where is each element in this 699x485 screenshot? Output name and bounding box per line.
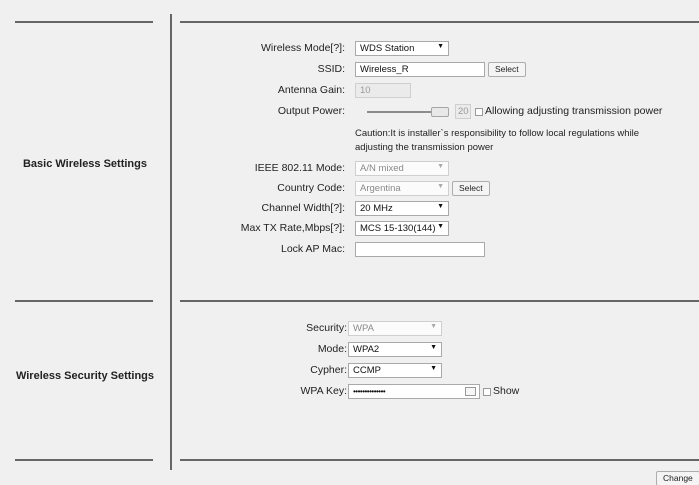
settings-form: Wireless Mode[?]: WDS Station ▼ SSID: Wi…: [172, 0, 699, 485]
chevron-down-icon: ▼: [437, 183, 444, 190]
channel-width-label[interactable]: Channel Width[?]:: [262, 202, 345, 214]
ssid-select-button[interactable]: Select: [488, 62, 526, 77]
mode-value: WPA2: [353, 344, 380, 355]
wireless-mode-row: Wireless Mode[?]: WDS Station ▼: [172, 40, 699, 58]
lock-ap-row: Lock AP Mac:: [172, 241, 699, 259]
wpa-key-label: WPA Key:: [300, 385, 348, 397]
channel-width-row: Channel Width[?]: 20 MHz ▼: [172, 200, 699, 218]
security-section-title: Wireless Security Settings: [15, 370, 155, 382]
output-power-value: 20: [455, 104, 471, 119]
antenna-gain-row: Antenna Gain: 10: [172, 82, 699, 100]
ssid-row: SSID: Wireless_R Select: [172, 61, 699, 79]
keyboard-icon[interactable]: [465, 387, 476, 396]
lock-ap-label: Lock AP Mac:: [280, 243, 345, 255]
country-select-button[interactable]: Select: [452, 181, 490, 196]
ssid-label: SSID:: [317, 63, 345, 75]
max-tx-value: MCS 15-130(144): [360, 223, 436, 234]
section-divider: [180, 21, 699, 23]
channel-width-select[interactable]: 20 MHz ▼: [355, 201, 449, 216]
section-divider: [15, 459, 153, 461]
wireless-mode-label[interactable]: Wireless Mode[?]:: [261, 42, 345, 54]
section-divider: [180, 459, 699, 461]
channel-width-value: 20 MHz: [360, 203, 393, 214]
section-divider: [180, 300, 699, 302]
antenna-gain-label: Antenna Gain:: [277, 84, 345, 96]
cypher-value: CCMP: [353, 365, 381, 376]
cypher-select[interactable]: CCMP ▼: [348, 363, 442, 378]
cypher-row: Cypher: CCMP ▼: [172, 362, 699, 380]
chevron-down-icon: ▼: [437, 43, 444, 50]
section-divider: [15, 21, 153, 23]
allow-adjust-power-checkbox[interactable]: [475, 108, 483, 116]
allow-adjust-power-label: Allowing adjusting transmission power: [485, 105, 663, 117]
lock-ap-input[interactable]: [355, 242, 485, 257]
max-tx-label[interactable]: Max TX Rate,Mbps[?]:: [241, 222, 345, 234]
chevron-down-icon: ▼: [437, 163, 444, 170]
ieee-mode-select: A/N mixed ▼: [355, 161, 449, 176]
wpa-key-input[interactable]: ••••••••••••••: [348, 384, 480, 399]
show-key-checkbox[interactable]: [483, 388, 491, 396]
left-column: Basic Wireless Settings Wireless Securit…: [0, 0, 170, 485]
country-code-value: Argentina: [360, 183, 401, 194]
output-power-row: Output Power: 20 Allowing adjusting tran…: [172, 103, 699, 121]
country-code-row: Country Code: Argentina ▼ Select: [172, 180, 699, 198]
antenna-gain-input: 10: [355, 83, 411, 98]
section-divider: [15, 300, 153, 302]
country-code-label: Country Code:: [277, 182, 345, 194]
chevron-down-icon: ▼: [430, 323, 437, 330]
security-select: WPA ▼: [348, 321, 442, 336]
mode-select[interactable]: WPA2 ▼: [348, 342, 442, 357]
security-label: Security:: [306, 322, 347, 334]
security-row: Security: WPA ▼: [172, 320, 699, 338]
basic-section-title: Basic Wireless Settings: [22, 158, 147, 170]
wpa-key-value: ••••••••••••••: [353, 387, 386, 396]
ieee-mode-label: IEEE 802.11 Mode:: [254, 162, 345, 174]
wireless-mode-value: WDS Station: [360, 43, 415, 54]
caution-text: Caution:It is installer`s responsibility…: [355, 128, 640, 153]
chevron-down-icon: ▼: [430, 365, 437, 372]
cypher-label: Cypher:: [310, 364, 347, 376]
max-tx-row: Max TX Rate,Mbps[?]: MCS 15-130(144) ▼: [172, 220, 699, 238]
mode-label: Mode:: [317, 343, 347, 355]
change-button[interactable]: Change: [656, 471, 699, 485]
chevron-down-icon: ▼: [437, 203, 444, 210]
country-code-select: Argentina ▼: [355, 181, 449, 196]
output-power-label: Output Power:: [277, 105, 345, 117]
chevron-down-icon: ▼: [430, 344, 437, 351]
max-tx-select[interactable]: MCS 15-130(144) ▼: [355, 221, 449, 236]
ieee-mode-row: IEEE 802.11 Mode: A/N mixed ▼: [172, 160, 699, 178]
ssid-input[interactable]: Wireless_R: [355, 62, 485, 77]
wireless-mode-select[interactable]: WDS Station ▼: [355, 41, 449, 56]
show-key-label: Show: [493, 385, 520, 397]
ieee-mode-value: A/N mixed: [360, 163, 404, 174]
slider-handle[interactable]: [431, 107, 449, 117]
chevron-down-icon: ▼: [437, 223, 444, 230]
mode-row: Mode: WPA2 ▼: [172, 341, 699, 359]
wpa-key-row: WPA Key: •••••••••••••• Show: [172, 383, 699, 401]
security-value: WPA: [353, 323, 374, 334]
